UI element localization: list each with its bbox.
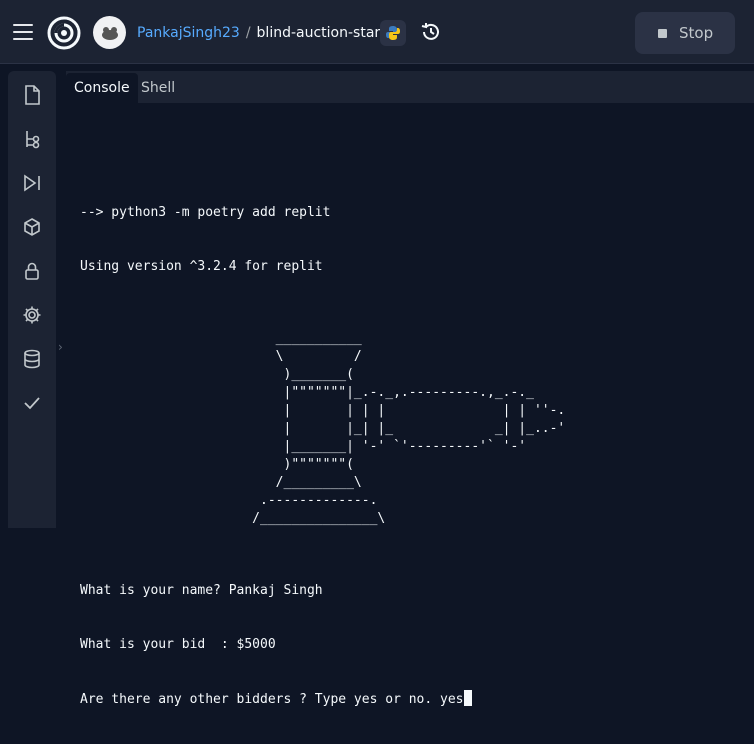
git-branch-icon[interactable] — [21, 128, 43, 150]
file-icon[interactable] — [21, 84, 43, 106]
bid-prompt-line: What is your bid : $5000 — [80, 637, 276, 652]
tab-shell[interactable]: Shell — [133, 73, 183, 103]
history-icon[interactable] — [419, 20, 443, 44]
stop-button[interactable]: Stop — [635, 12, 735, 54]
gavel-ascii-art: ___________ \ / )_______( |"""""""|_.-._… — [252, 331, 566, 526]
gear-icon[interactable] — [21, 304, 43, 326]
chevron-right-icon[interactable]: › — [58, 340, 63, 354]
tab-console[interactable]: Console — [66, 73, 138, 103]
tab-bar: Console Shell — [66, 71, 754, 103]
text-cursor — [463, 690, 472, 706]
console-pane: Console Shell --> python3 -m poetry add … — [66, 71, 754, 707]
lock-icon[interactable] — [21, 260, 43, 282]
database-icon[interactable] — [21, 348, 43, 370]
breadcrumb: PankajSingh23 / blind-auction-start — [137, 24, 386, 42]
replit-logo-icon[interactable] — [47, 16, 81, 50]
sidebar — [8, 71, 56, 528]
stop-icon — [658, 28, 667, 38]
breadcrumb-separator: / — [245, 25, 251, 41]
stop-label: Stop — [679, 24, 714, 42]
console-version-line: Using version ^3.2.4 for replit — [80, 259, 323, 274]
others-prompt-text: Are there any other bidders ? Type yes o… — [80, 692, 464, 707]
checkmark-icon[interactable] — [21, 392, 43, 414]
username-link[interactable]: PankajSingh23 — [137, 25, 240, 41]
debugger-icon[interactable] — [21, 172, 43, 194]
console-command-line: --> python3 -m poetry add replit — [80, 205, 331, 220]
others-prompt-line: Are there any other bidders ? Type yes o… — [80, 690, 565, 708]
packages-icon[interactable] — [21, 216, 43, 238]
top-bar: PankajSingh23 / blind-auction-start Stop — [0, 0, 754, 64]
avatar[interactable] — [93, 16, 126, 49]
name-prompt-line: What is your name? Pankaj Singh — [80, 583, 323, 598]
console-output[interactable]: --> python3 -m poetry add replit Using v… — [80, 168, 565, 744]
menu-icon[interactable] — [13, 24, 33, 40]
python-icon[interactable] — [380, 20, 406, 46]
repl-name[interactable]: blind-auction-start — [257, 25, 386, 41]
